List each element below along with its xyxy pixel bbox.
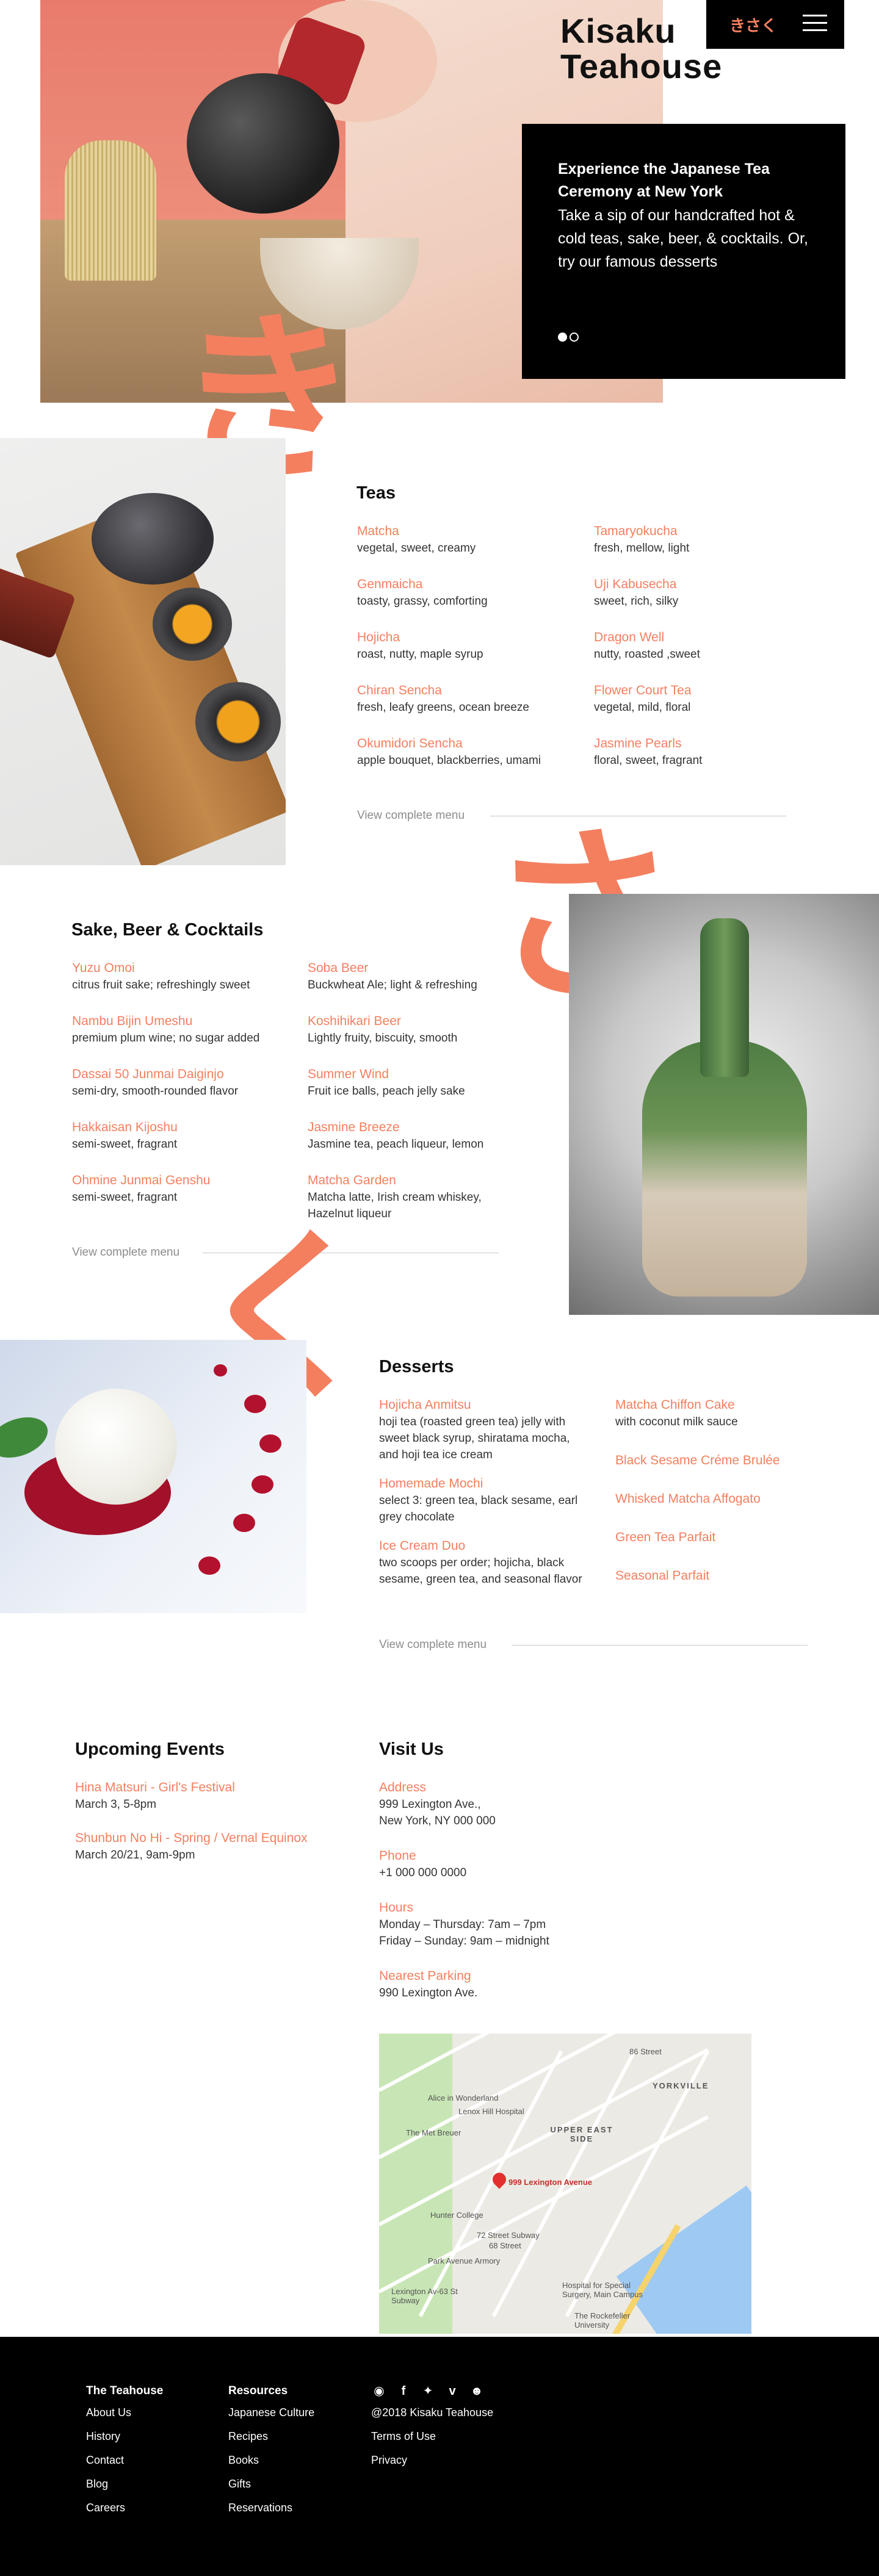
sake-view-menu-link[interactable]: View complete menu [72, 1246, 179, 1259]
map-label: The Met Breuer [406, 2128, 461, 2137]
parking-block: Nearest Parking 990 Lexington Ave. [379, 1969, 478, 1999]
menu-item: Matcha vegetal, sweet, creamy [357, 524, 476, 555]
instagram-icon[interactable]: ◉ [371, 2383, 387, 2399]
map-label: YORKVILLE [653, 2081, 709, 2090]
menu-item: Flower Court Tea vegetal, mild, floral [594, 683, 692, 714]
menu-item: Soba Beer Buckwheat Ale; light & refreshi… [308, 961, 477, 991]
twitter-icon[interactable]: ✦ [420, 2383, 436, 2399]
menu-item: Okumidori Sencha apple bouquet, blackberr… [357, 736, 541, 767]
map-label: UPPER EAST SIDE [550, 2125, 613, 2143]
menu-item: Summer Wind Fruit ice balls, peach jelly … [308, 1067, 465, 1098]
footer-link[interactable]: History [86, 2430, 163, 2443]
map-label: 72 Street Subway [477, 2231, 540, 2240]
menu-item: Dragon Well nutty, roasted ,sweet [594, 630, 700, 661]
map-label: Hospital for Special Surgery, Main Campu… [562, 2281, 643, 2299]
privacy-link[interactable]: Privacy [371, 2454, 493, 2467]
map-label: 68 Street [489, 2241, 521, 2250]
menu-item: Nambu Bijin Umeshu premium plum wine; no … [72, 1014, 260, 1045]
carousel-dot-2[interactable] [570, 333, 579, 342]
vase-photo [569, 894, 879, 1315]
footer: The Teahouse About Us History Contact Bl… [0, 2337, 879, 2576]
events-title: Upcoming Events [75, 1740, 225, 1759]
menu-item: Koshihikari Beer Lightly fruity, biscuity… [308, 1014, 458, 1045]
menu-item: Tamaryokucha fresh, mellow, light [594, 524, 690, 555]
menu-item: Jasmine Pearls floral, sweet, fragrant [594, 736, 703, 767]
map-label: Park Avenue Armory [428, 2256, 501, 2265]
visit-title: Visit Us [379, 1740, 444, 1759]
menu-item: Green Tea Parfait [615, 1530, 716, 1544]
footer-col-social: ◉ f ✦ v ☻ @2018 Kisaku Teahouse Terms of Use… [371, 2383, 493, 2467]
dessert-photo [0, 1340, 306, 1613]
teas-view-menu-link[interactable]: View complete menu [357, 809, 465, 822]
map-pin-icon[interactable] [490, 2170, 509, 2189]
vimeo-icon[interactable]: v [444, 2383, 460, 2399]
map-label: Lenox Hill Hospital [458, 2107, 524, 2116]
desserts-menu-left: Hojicha Anmitsu hoji tea (roasted green t… [379, 1397, 587, 1588]
carousel-dot-1[interactable] [558, 333, 567, 342]
map-label: Hunter College [430, 2211, 483, 2220]
menu-item: Whisked Matcha Affogato [615, 1492, 761, 1506]
menu-item: Hojicha Anmitsu hoji tea (roasted green t… [379, 1398, 570, 1461]
menu-item: Seasonal Parfait [615, 1569, 710, 1583]
snapchat-icon[interactable]: ☻ [469, 2383, 485, 2399]
footer-col-teahouse: The Teahouse About Us History Contact Bl… [86, 2384, 164, 2514]
menu-item: Hakkaisan Kijoshu semi-sweet, fragrant [72, 1120, 178, 1151]
menu-item: Uji Kabusecha sweet, rich, silky [594, 577, 679, 608]
social-icons: ◉ f ✦ v ☻ [371, 2383, 493, 2399]
visit-info: Address 999 Lexington Ave., New York, NY… [379, 1779, 623, 2001]
map-pin-label: 999 Lexington Avenue [508, 2178, 593, 2187]
menu-item: Jasmine Breeze Jasmine tea, peach liqueur… [308, 1120, 484, 1151]
desserts-menu-right: Matcha Chiffon Cake with coconut milk sau… [615, 1397, 835, 1585]
site-title: Kisaku Teahouse [560, 12, 723, 85]
kana-logo[interactable]: きさく [729, 13, 777, 36]
menu-item: Homemade Mochi select 3: green tea, black… [379, 1477, 578, 1524]
menu-item: Dassai 50 Junmai Daiginjo semi-dry, smoot… [72, 1067, 239, 1098]
terms-link[interactable]: Terms of Use [371, 2430, 493, 2443]
desserts-view-menu-link[interactable]: View complete menu [379, 1638, 487, 1652]
menu-item: Hojicha roast, nutty, maple syrup [357, 630, 483, 661]
menu-item: Yuzu Omoi citrus fruit sake; refreshingly… [72, 961, 250, 991]
hamburger-menu-icon[interactable] [803, 15, 827, 34]
location-map[interactable]: 999 Lexington Avenue 86 Street YORKVILLE… [379, 2034, 751, 2334]
divider [512, 1645, 808, 1646]
hero-heading: Experience the Japanese Tea Ceremony at … [558, 160, 770, 200]
hero-card: Experience the Japanese Tea Ceremony at … [522, 124, 845, 379]
map-label: The Rockefeller University [574, 2311, 631, 2330]
menu-item: Chiran Sencha fresh, leafy greens, ocean … [357, 683, 530, 714]
footer-link[interactable]: Japanese Culture [228, 2406, 314, 2419]
menu-item: Ice Cream Duo two scoops per order; hojic… [379, 1539, 582, 1586]
phone-block: Phone +1 000 000 0000 [379, 1849, 467, 1879]
footer-link[interactable]: Careers [86, 2502, 163, 2514]
map-label: Lexington Av-63 St Subway [391, 2287, 458, 2305]
menu-item: Ohmine Junmai Genshu semi-sweet, fragrant [72, 1173, 211, 1204]
desserts-title: Desserts [379, 1357, 454, 1376]
copyright: @2018 Kisaku Teahouse [371, 2406, 494, 2419]
sake-title: Sake, Beer & Cocktails [71, 920, 264, 940]
carousel-dots [558, 333, 581, 345]
facebook-icon[interactable]: f [396, 2383, 411, 2399]
menu-item: Genmaicha toasty, grassy, comforting [357, 577, 488, 608]
menu-item: Matcha Chiffon Cake with coconut milk sau… [615, 1398, 738, 1428]
hero-body: Take a sip of our handcrafted hot & cold… [558, 207, 808, 270]
teas-photo [0, 438, 286, 865]
top-nav: きさく [706, 0, 844, 49]
footer-link[interactable]: Gifts [228, 2478, 314, 2491]
map-label: 86 Street [629, 2047, 662, 2056]
footer-link[interactable]: Reservations [228, 2502, 314, 2514]
hours-block: Hours Monday – Thursday: 7am – 7pm Frida… [379, 1901, 549, 1948]
events-list: Hina Matsuri - Girl's Festival March 3, 5… [75, 1779, 356, 1863]
event-item: Hina Matsuri - Girl's Festival March 3, 5… [75, 1780, 235, 1811]
map-label: Alice in Wonderland [428, 2093, 499, 2103]
event-item: Shunbun No Hi - Spring / Vernal Equinox M… [75, 1831, 308, 1862]
menu-item: Black Sesame Créme Brulée [615, 1453, 780, 1467]
teas-title: Teas [356, 483, 396, 503]
footer-link[interactable]: About Us [86, 2406, 163, 2419]
address-block: Address 999 Lexington Ave., New York, NY… [379, 1780, 496, 1827]
footer-link[interactable]: Contact [86, 2454, 163, 2467]
footer-link[interactable]: Books [228, 2454, 314, 2467]
footer-link[interactable]: Recipes [228, 2430, 314, 2443]
footer-link[interactable]: Blog [86, 2478, 163, 2491]
footer-col-resources: Resources Japanese Culture Recipes Books… [228, 2384, 315, 2514]
